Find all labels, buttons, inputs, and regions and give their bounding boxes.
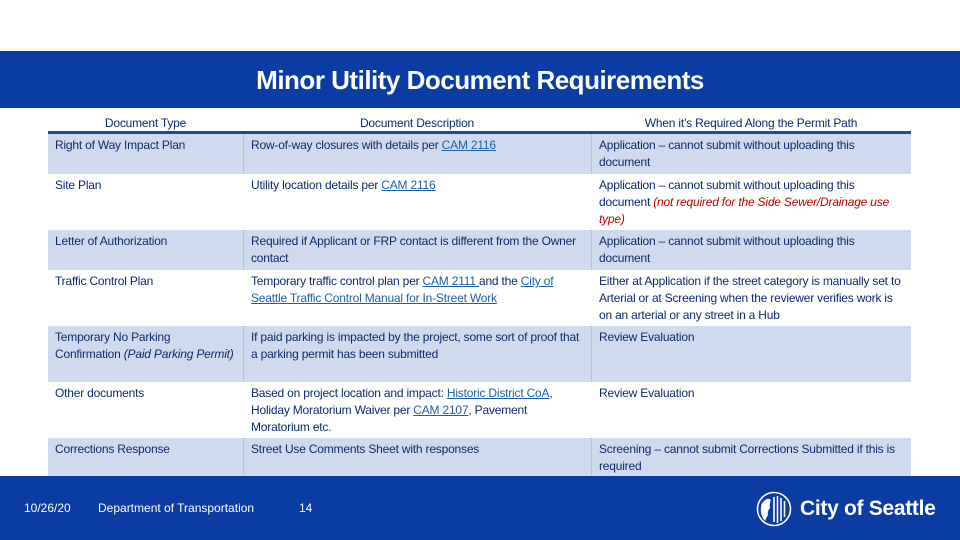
cell-description: Row-of-way closures with details per CAM… (243, 134, 591, 174)
footer-department: Department of Transportation (98, 501, 255, 515)
table-header: Document Type Document Description When … (48, 112, 911, 134)
cell-document-type: Site Plan (55, 178, 102, 192)
cell-document-type: Other documents (55, 386, 145, 400)
page-number: 14 (299, 501, 313, 515)
page-title: Minor Utility Document Requirements (256, 65, 704, 95)
cell-document-type: Traffic Control Plan (55, 274, 154, 288)
table-row: Other documents Based on project locatio… (48, 382, 911, 438)
cell-when-required: Application – cannot submit without uplo… (591, 230, 911, 270)
cell-when-required: Screening – cannot submit Corrections Su… (591, 438, 911, 476)
table-row: Temporary No Parking Confirmation (Paid … (48, 326, 911, 382)
requirements-table: Document Type Document Description When … (48, 112, 911, 476)
description-text: and the (478, 274, 521, 288)
table-row: Right of Way Impact Plan Row-of-way clos… (48, 134, 911, 174)
cell-when-required: Review Evaluation (599, 386, 695, 400)
cam-2107-link[interactable]: CAM 2107 (413, 403, 468, 417)
cell-document-type: Corrections Response (55, 442, 170, 456)
description-text: Row-of-way closures with details per (251, 138, 442, 152)
city-seal-icon (756, 491, 792, 527)
historic-district-coa-link[interactable]: Historic District CoA (447, 386, 550, 400)
cell-description: Street Use Comments Sheet with responses (243, 438, 591, 476)
description-text: Based on project location and impact: (251, 386, 447, 400)
header-when-required: When it’s Required Along the Permit Path (644, 116, 858, 130)
document-type-note: (Paid Parking Permit) (123, 347, 234, 361)
cell-when-required: Review Evaluation (591, 326, 911, 382)
cam-2116-link[interactable]: CAM 2116 (442, 138, 496, 152)
cell-description: Utility location details per CAM 2116 (243, 174, 591, 230)
header-document-description: Document Description (359, 116, 475, 130)
footer-date: 10/26/20 (24, 501, 71, 515)
cam-2116-link[interactable]: CAM 2116 (381, 178, 435, 192)
cell-document-type: Right of Way Impact Plan (55, 138, 186, 152)
table-row: Corrections Response Street Use Comments… (48, 438, 911, 476)
cell-document-type: Letter of Authorization (55, 234, 168, 248)
cell-description: Required if Applicant or FRP contact is … (243, 230, 591, 270)
cam-2111-link[interactable]: CAM 2111 (423, 274, 479, 288)
footer-band: 10/26/20 Department of Transportation 14… (0, 476, 960, 540)
city-of-seattle-logo: City of Seattle (756, 491, 936, 527)
table-row: Site Plan Utility location details per C… (48, 174, 911, 230)
cell-when-required: Either at Application if the street cate… (599, 274, 901, 322)
title-band: Minor Utility Document Requirements (0, 51, 960, 108)
cell-description: Based on project location and impact: Hi… (243, 382, 591, 438)
table-row: Letter of Authorization Required if Appl… (48, 230, 911, 270)
description-text: Temporary traffic control plan per (251, 274, 423, 288)
logo-text: City of Seattle (800, 497, 936, 520)
cell-description: Temporary traffic control plan per CAM 2… (243, 270, 591, 326)
cell-when-required: Application – cannot submit without uplo… (591, 134, 911, 174)
cell-description: If paid parking is impacted by the proje… (243, 326, 591, 382)
header-document-type: Document Type (104, 116, 187, 130)
description-text: Utility location details per (251, 178, 382, 192)
cell-when-required: Application – cannot submit without uplo… (591, 174, 911, 230)
cell-document-type: Temporary No Parking Confirmation (Paid … (48, 326, 243, 382)
table-row: Traffic Control Plan Temporary traffic c… (48, 270, 911, 326)
